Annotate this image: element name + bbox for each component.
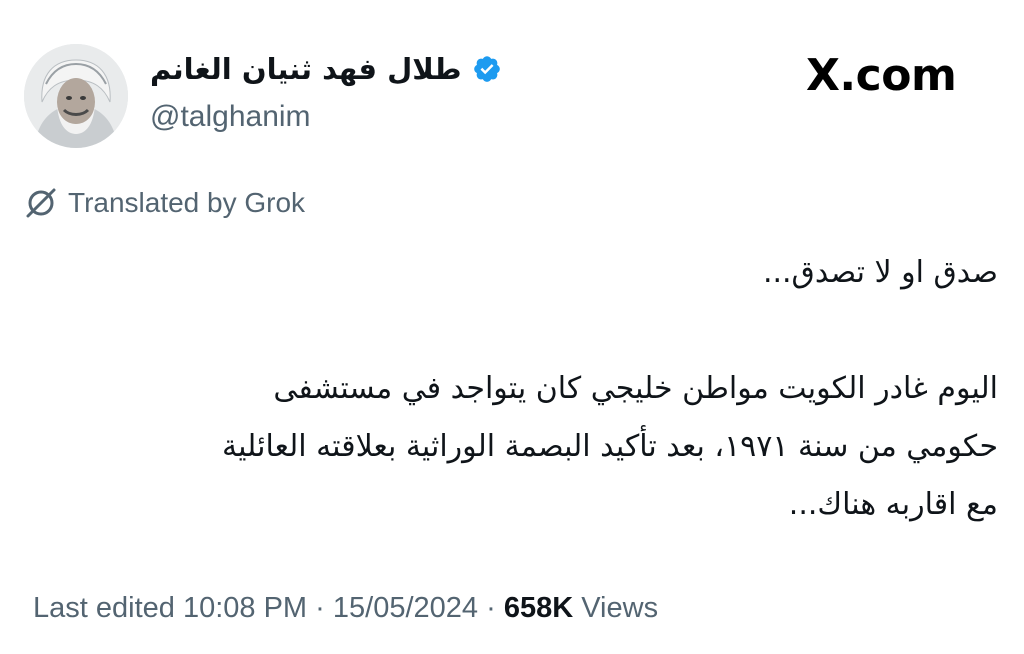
author-display-name[interactable]: طلال فهد ثنيان الغانم — [150, 52, 462, 86]
avatar-image — [24, 44, 128, 148]
tweet-line: حكومي من سنة ١٩٧١، بعد تأكيد البصمة الور… — [222, 429, 998, 464]
separator: · — [486, 592, 496, 624]
tweet-line: اليوم غادر الكويت مواطن خليجي كان يتواجد… — [273, 371, 998, 406]
author-name-row[interactable]: طلال فهد ثنيان الغانم — [150, 52, 502, 86]
author-handle[interactable]: @talghanim — [150, 100, 311, 134]
separator: · — [315, 592, 325, 624]
tweet-time[interactable]: 10:08 PM — [183, 592, 307, 624]
tweet-meta: Last edited 10:08 PM · 15/05/2024 · 658K… — [33, 592, 658, 625]
grok-icon — [24, 186, 58, 220]
edited-label[interactable]: Last edited — [33, 592, 175, 624]
translated-label: Translated by Grok — [68, 187, 306, 218]
tweet-line: مع اقاربه هناك... — [788, 487, 998, 522]
translated-by-grok[interactable]: Translated by Grok — [24, 186, 305, 220]
tweet-date[interactable]: 15/05/2024 — [333, 592, 478, 624]
views-label: Views — [581, 592, 659, 624]
tweet-text: صدق او لا تصدق... اليوم غادر الكويت مواط… — [8, 244, 998, 534]
avatar[interactable] — [24, 44, 128, 148]
views-count: 658K — [503, 592, 574, 624]
tweet-line: صدق او لا تصدق... — [762, 255, 998, 290]
x-logo[interactable]: X.com — [806, 50, 957, 101]
verified-badge-icon — [472, 54, 502, 84]
